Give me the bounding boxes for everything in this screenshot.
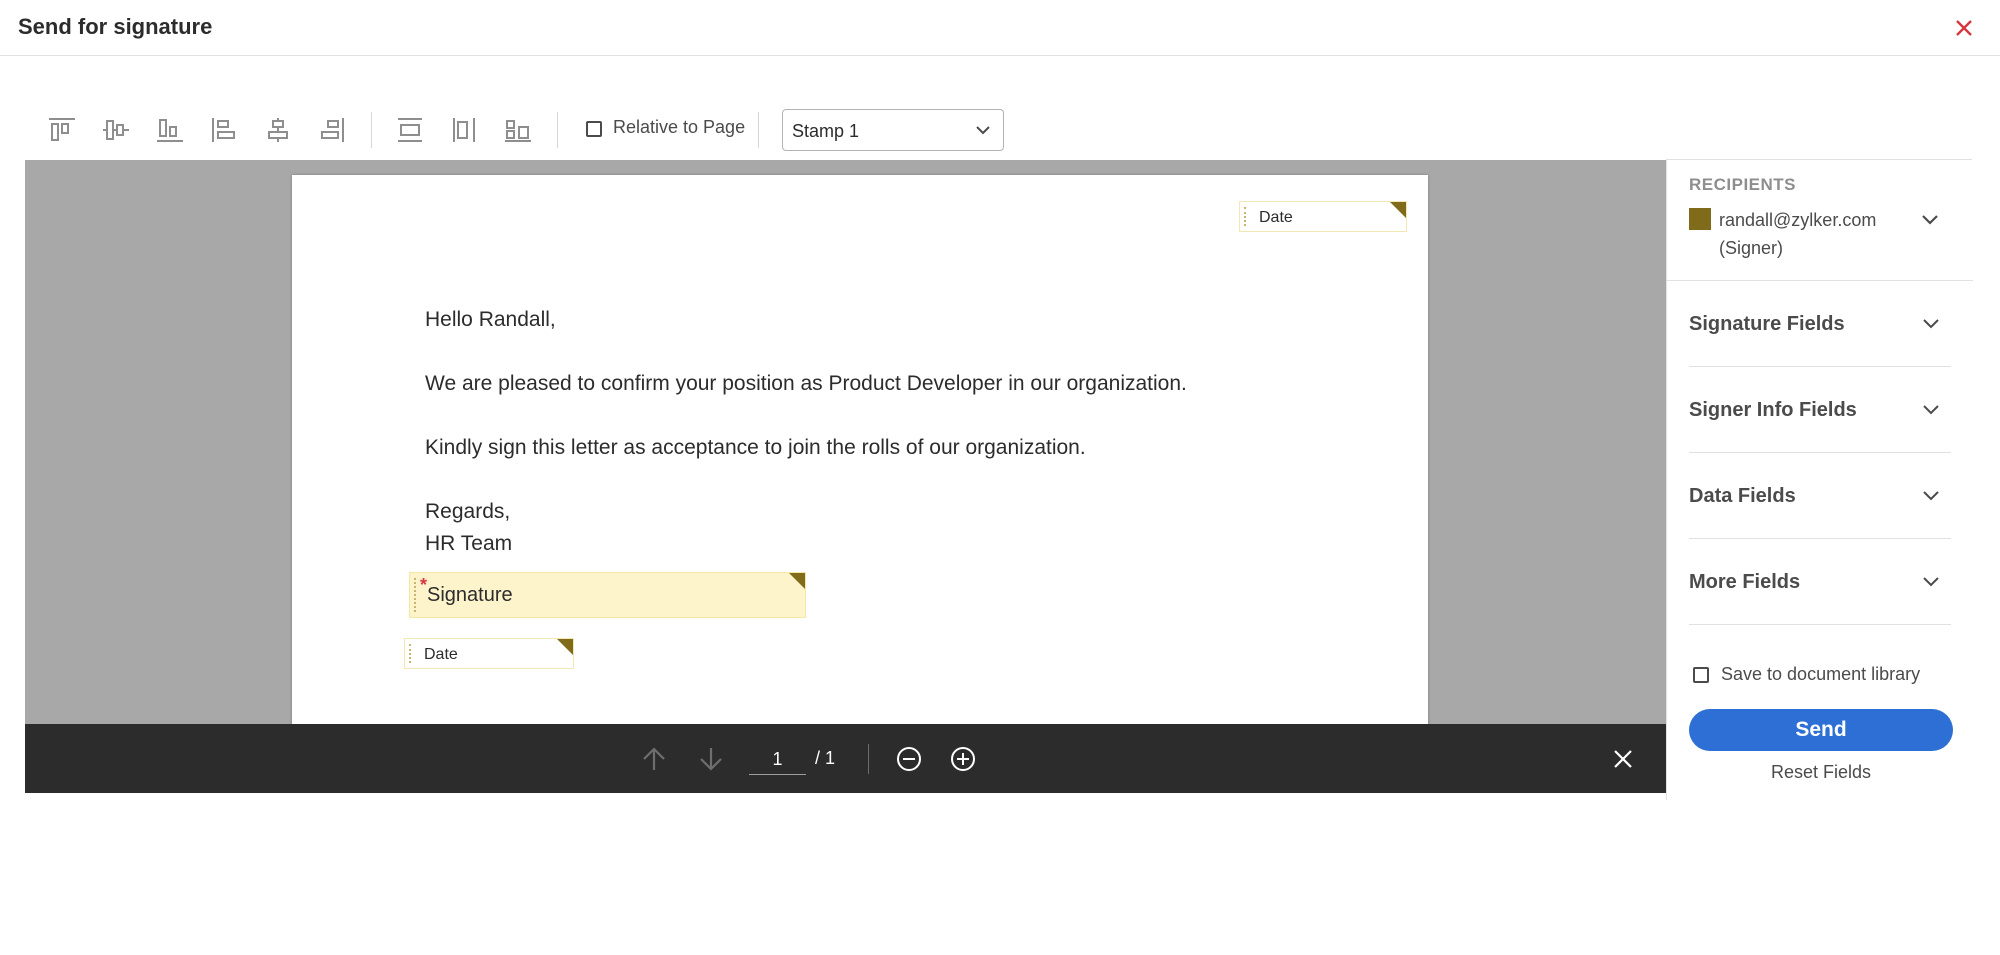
relative-to-page-checkbox[interactable] — [583, 118, 605, 140]
toolbar-divider — [758, 112, 759, 148]
letter-closing: Regards, — [425, 500, 511, 523]
recipient-role: (Signer) — [1719, 238, 1784, 258]
section-label: Data Fields — [1689, 485, 1796, 507]
letter-body-1: We are pleased to confirm your position … — [425, 372, 1187, 395]
toolbar-divider — [371, 112, 372, 148]
relative-to-page-label: Relative to Page — [613, 117, 746, 137]
toolbar-divider — [557, 112, 558, 148]
section-data-fields[interactable]: Data Fields — [1689, 453, 1951, 539]
fields-sidebar: RECIPIENTS randall@zylker.com (Signer) S… — [1666, 160, 1973, 800]
alignment-toolbar: Relative to Page Stamp 1 — [25, 104, 1025, 156]
page-total: / 1 — [815, 748, 836, 768]
align-bottom-icon[interactable] — [154, 116, 186, 144]
reset-fields-link[interactable]: Reset Fields — [1689, 762, 1953, 783]
recipient-selector[interactable]: randall@zylker.com (Signer) — [1719, 206, 1876, 262]
drag-handle[interactable] — [414, 578, 417, 612]
stamp-select[interactable]: Stamp 1 — [782, 109, 1004, 151]
recipients-heading: RECIPIENTS — [1689, 175, 1797, 194]
letter-body-2: Kindly sign this letter as acceptance to… — [425, 436, 1086, 459]
close-icon[interactable] — [1950, 14, 1978, 42]
chevron-down-icon — [1923, 577, 1939, 587]
recipient-email: randall@zylker.com — [1719, 210, 1877, 230]
required-marker: * — [420, 575, 428, 595]
letter-signoff: HR Team — [425, 532, 513, 555]
signature-field-label: Signature — [427, 584, 513, 606]
section-more-fields[interactable]: More Fields — [1689, 539, 1951, 625]
save-to-library-label: Save to document library — [1721, 664, 1921, 684]
recipient-marker — [1390, 202, 1406, 218]
recipient-marker — [789, 573, 805, 589]
section-label: More Fields — [1689, 571, 1801, 593]
chevron-down-icon — [1923, 319, 1939, 329]
stamp-select-value: Stamp 1 — [792, 121, 860, 141]
align-top-icon[interactable] — [46, 116, 78, 144]
letter-greeting: Hello Randall, — [425, 308, 556, 331]
previous-page-icon[interactable] — [639, 744, 669, 774]
dialog-header: Send for signature — [0, 0, 2000, 56]
close-viewer-icon[interactable] — [1608, 744, 1638, 774]
recipient-marker — [557, 639, 573, 655]
date-field-bottom[interactable]: Date — [404, 638, 574, 669]
chevron-down-icon — [976, 126, 990, 135]
page-number-input[interactable]: 1 — [749, 743, 806, 775]
section-signature-fields[interactable]: Signature Fields — [1689, 281, 1951, 367]
section-label: Signature Fields — [1689, 313, 1845, 335]
zoom-out-icon[interactable] — [894, 744, 924, 774]
distribute-horizontal-icon[interactable] — [502, 116, 534, 144]
nav-divider — [868, 744, 869, 774]
section-label: Signer Info Fields — [1689, 399, 1857, 421]
document-page: Date Hello Randall, We are pleased to co… — [292, 175, 1428, 735]
align-left-icon[interactable] — [208, 116, 240, 144]
date-field-label: Date — [1259, 209, 1293, 226]
dialog-title: Send for signature — [18, 14, 213, 39]
match-width-icon[interactable] — [448, 116, 480, 144]
recipient-color-swatch — [1689, 208, 1711, 230]
drag-handle[interactable] — [409, 644, 412, 663]
chevron-down-icon — [1923, 405, 1939, 415]
section-signer-info-fields[interactable]: Signer Info Fields — [1689, 367, 1951, 453]
signature-field[interactable]: * Signature — [409, 572, 806, 618]
next-page-icon[interactable] — [696, 744, 726, 774]
chevron-down-icon[interactable] — [1919, 210, 1941, 228]
document-viewer[interactable]: Date Hello Randall, We are pleased to co… — [25, 160, 1666, 793]
distribute-vertical-icon[interactable] — [394, 116, 426, 144]
align-middle-icon[interactable] — [100, 116, 132, 144]
align-right-icon[interactable] — [316, 116, 348, 144]
send-button[interactable]: Send — [1689, 709, 1953, 751]
chevron-down-icon — [1923, 491, 1939, 501]
save-to-library-checkbox[interactable] — [1691, 665, 1711, 685]
date-field-label: Date — [424, 646, 458, 663]
date-field-top[interactable]: Date — [1239, 201, 1407, 232]
page-navigation-bar: 1 / 1 — [25, 724, 1666, 793]
align-center-icon[interactable] — [262, 116, 294, 144]
drag-handle[interactable] — [1244, 207, 1247, 226]
zoom-in-icon[interactable] — [948, 744, 978, 774]
